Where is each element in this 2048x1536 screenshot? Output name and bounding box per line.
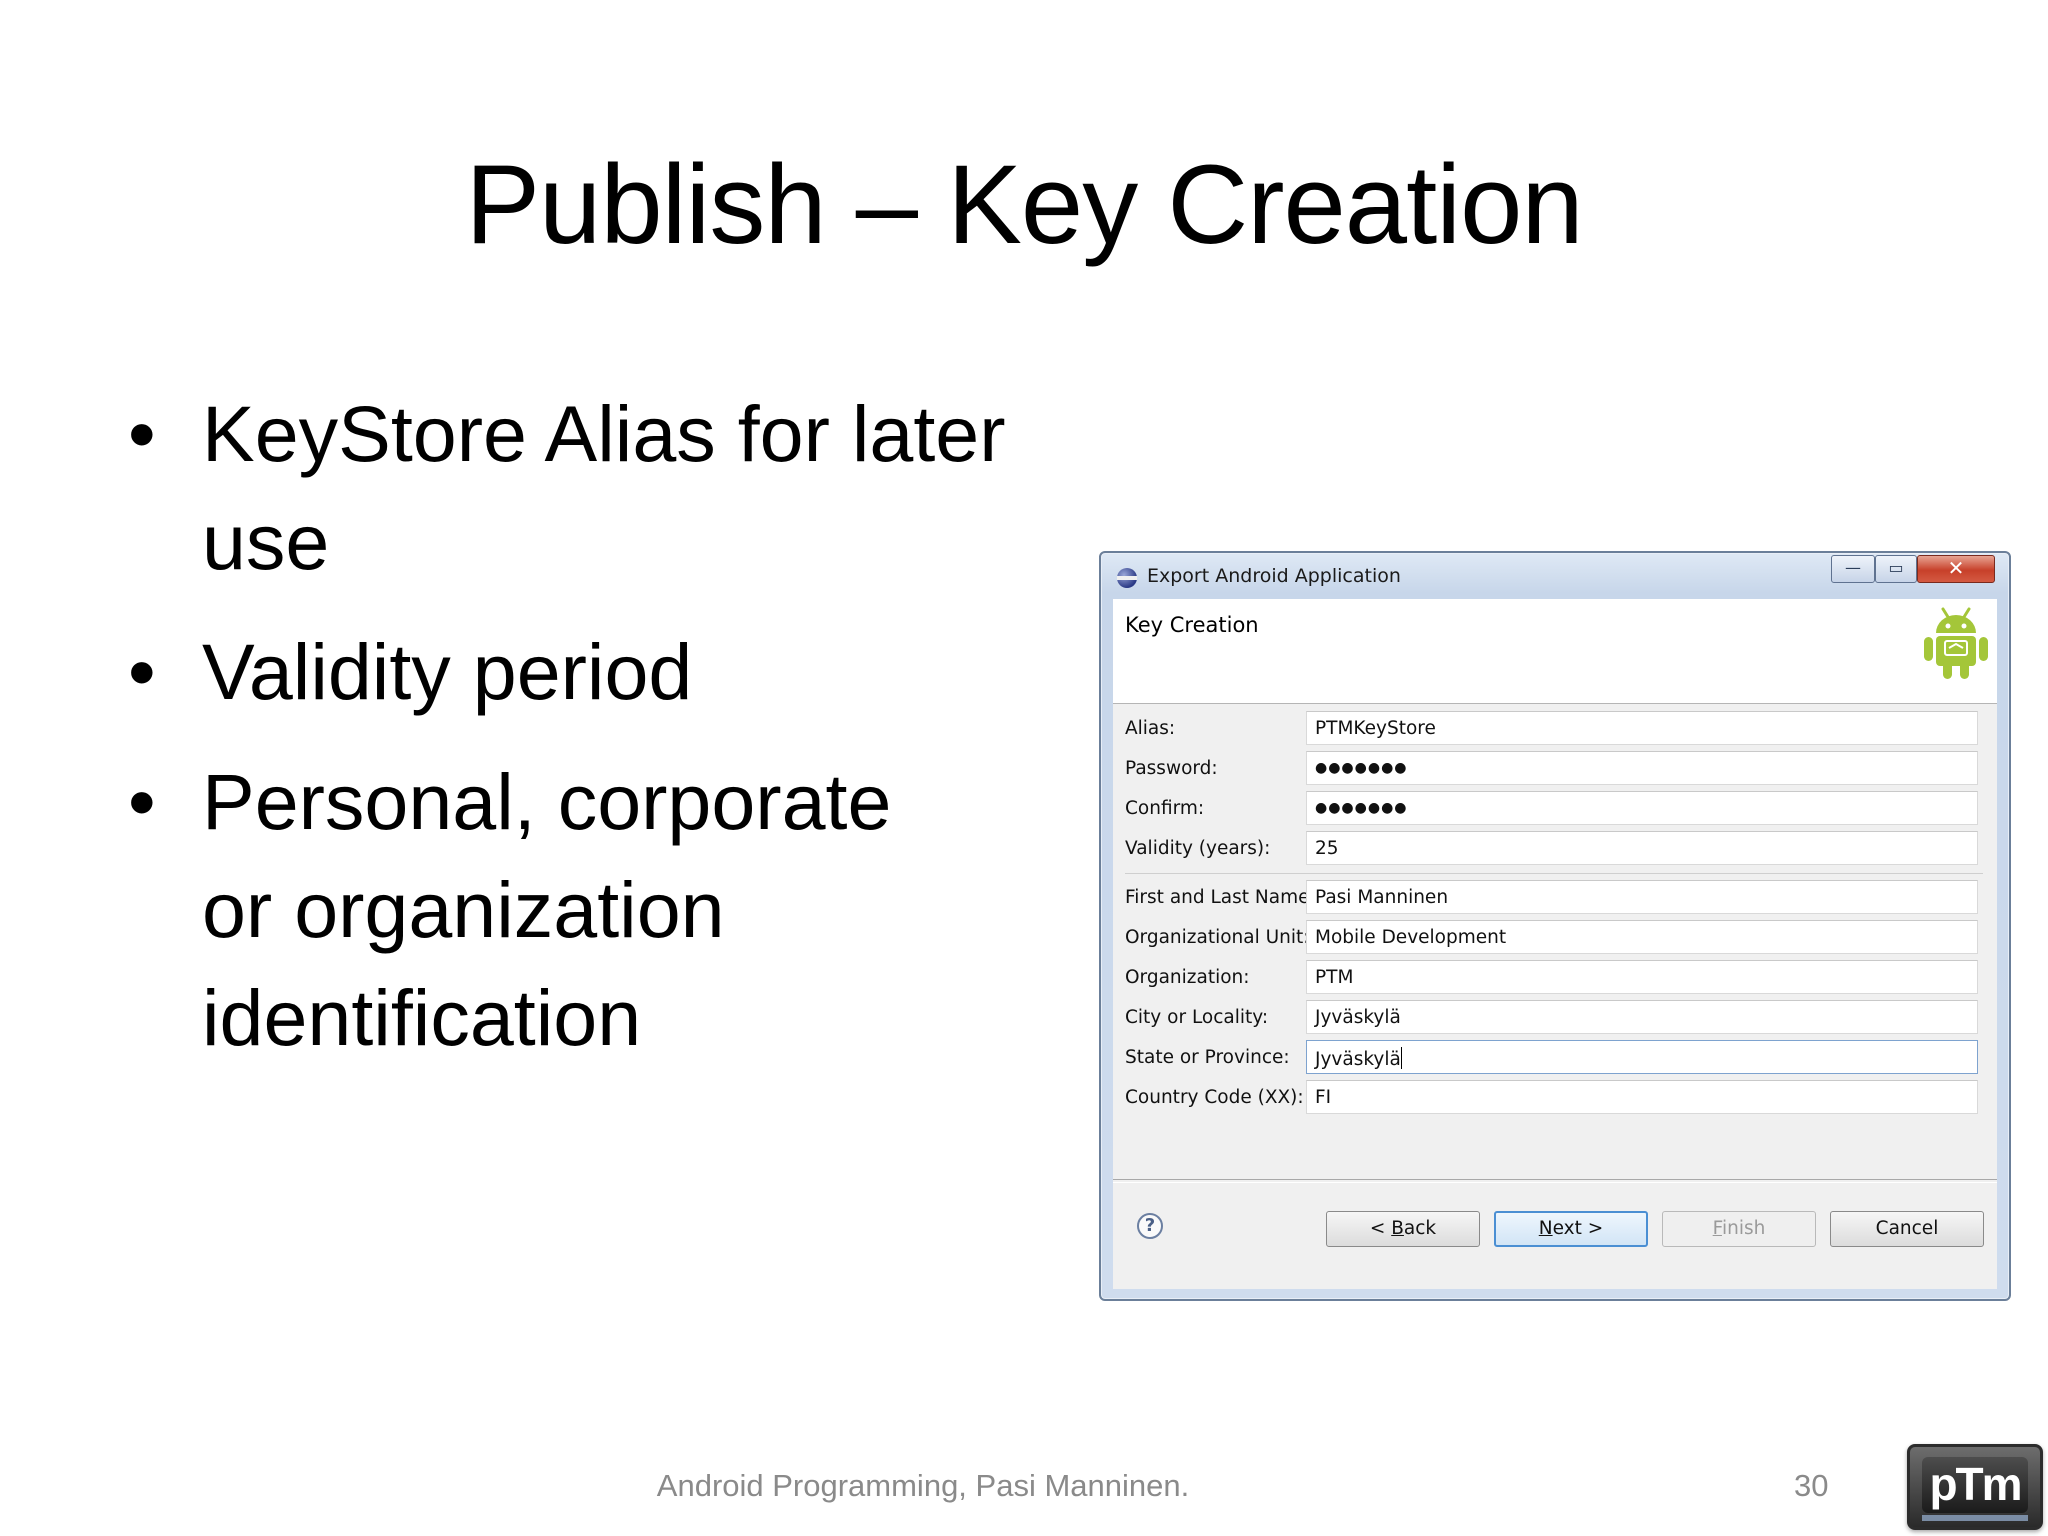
form-row-organization: Organization: PTM [1113, 960, 1997, 996]
bullet-list: • KeyStore Alias for later use • Validity … [128, 380, 1108, 1094]
back-button-mnemonic: B [1391, 1218, 1404, 1239]
next-button-mnemonic: N [1538, 1218, 1553, 1239]
eclipse-icon [1117, 568, 1137, 588]
bullet-text: Personal, corporate or organization iden… [202, 757, 892, 1062]
form-row-country: Country Code (XX): FI [1113, 1080, 1997, 1116]
maximize-button[interactable]: ▭ [1875, 555, 1917, 583]
logo-text: pTm [1922, 1457, 2028, 1513]
bullet-dot: • [128, 627, 156, 716]
back-button[interactable]: < Back [1326, 1211, 1480, 1247]
validity-input[interactable]: 25 [1306, 831, 1978, 865]
confirm-label: Confirm: [1125, 798, 1205, 819]
state-label: State or Province: [1125, 1047, 1290, 1068]
android-icon [1924, 607, 1988, 679]
password-label: Password: [1125, 758, 1218, 779]
button-bar-separator [1113, 1179, 1997, 1183]
back-button-rest: ack [1403, 1218, 1437, 1239]
page-number: 30 [1794, 1468, 1829, 1503]
back-button-prefix: < [1369, 1218, 1392, 1239]
form-row-city: City or Locality: Jyväskylä [1113, 1000, 1997, 1036]
text-caret [1400, 1047, 1402, 1069]
organization-input[interactable]: PTM [1306, 960, 1978, 994]
next-button[interactable]: Next > [1494, 1211, 1648, 1247]
country-code-input[interactable]: FI [1306, 1080, 1978, 1114]
city-input[interactable]: Jyväskylä [1306, 1000, 1978, 1034]
country-label: Country Code (XX): [1125, 1087, 1304, 1108]
window-title: Export Android Application [1147, 565, 1401, 587]
alias-label: Alias: [1125, 718, 1176, 739]
form-row-password: Password: ●●●●●●● [1113, 751, 1997, 787]
validity-label: Validity (years): [1125, 838, 1271, 859]
state-input[interactable]: Jyväskylä [1306, 1040, 1978, 1074]
form-row-alias: Alias: PTMKeyStore [1113, 711, 1997, 747]
alias-input[interactable]: PTMKeyStore [1306, 711, 1978, 745]
form-row-state: State or Province: Jyväskylä [1113, 1040, 1997, 1076]
wizard-banner: Key Creation [1113, 599, 1997, 704]
org-unit-label: Organizational Unit: [1125, 927, 1310, 948]
organization-label: Organization: [1125, 967, 1250, 988]
dialog-titlebar[interactable]: Export Android Application — ▭ ✕ [1101, 553, 2009, 599]
name-input[interactable]: Pasi Manninen [1306, 880, 1978, 914]
minimize-button[interactable]: — [1831, 555, 1875, 583]
finish-button-mnemonic: F [1712, 1218, 1722, 1239]
form-row-confirm: Confirm: ●●●●●●● [1113, 791, 1997, 827]
logo-strip [1922, 1515, 2028, 1521]
bullet-item: • KeyStore Alias for later use [128, 380, 1108, 596]
form-row-name: First and Last Name: Pasi Manninen [1113, 880, 1997, 916]
export-dialog: Export Android Application — ▭ ✕ Key Cre… [1099, 551, 2011, 1301]
slide-title: Publish – Key Creation [465, 142, 1583, 267]
next-button-rest: ext > [1552, 1218, 1604, 1239]
form-row-org-unit: Organizational Unit: Mobile Development [1113, 920, 1997, 956]
bullet-text: KeyStore Alias for later use [202, 389, 1006, 586]
city-label: City or Locality: [1125, 1007, 1269, 1028]
cancel-button[interactable]: Cancel [1830, 1211, 1984, 1247]
wizard-page-title: Key Creation [1125, 613, 1259, 637]
form-separator [1125, 873, 1983, 874]
slide-footer: Android Programming, Pasi Manninen. [0, 1468, 2047, 1504]
state-input-value: Jyväskylä [1315, 1049, 1401, 1070]
close-button[interactable]: ✕ [1917, 555, 1995, 583]
name-label: First and Last Name: [1125, 887, 1316, 908]
bullet-dot: • [128, 757, 156, 846]
password-input[interactable]: ●●●●●●● [1306, 751, 1978, 785]
finish-button-rest: inish [1721, 1218, 1766, 1239]
dialog-client-area: Key Creation Alias: PTMKeyStore Password… [1113, 599, 1997, 1289]
bullet-text: Validity period [202, 627, 693, 716]
ptm-logo: pTm [1907, 1444, 2043, 1530]
org-unit-input[interactable]: Mobile Development [1306, 920, 1978, 954]
form-row-validity: Validity (years): 25 [1113, 831, 1997, 867]
bullet-dot: • [128, 389, 156, 478]
bullet-item: • Personal, corporate or organization ide… [128, 748, 962, 1072]
finish-button[interactable]: Finish [1662, 1211, 1816, 1247]
footer-text: Android Programming, Pasi Manninen. [656, 1468, 1190, 1503]
bullet-item: • Validity period [128, 618, 1108, 726]
confirm-password-input[interactable]: ●●●●●●● [1306, 791, 1978, 825]
help-icon[interactable]: ? [1137, 1213, 1163, 1239]
